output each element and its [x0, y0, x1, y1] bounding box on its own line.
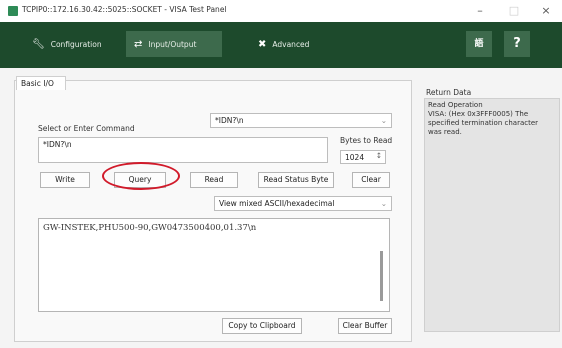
- return-data-panel: Read Operation VISA: (Hex 0x3FFF0005) Th…: [424, 98, 560, 332]
- clear-button[interactable]: Clear: [352, 172, 390, 188]
- copy-to-clipboard-button[interactable]: Copy to Clipboard: [222, 318, 302, 334]
- advanced-label: Advanced: [272, 39, 310, 49]
- advanced-tab[interactable]: ✖ Advanced: [250, 31, 317, 57]
- bytes-to-read-input[interactable]: 1024 ↕: [340, 150, 386, 164]
- return-data-content: Read Operation VISA: (Hex 0x3FFF0005) Th…: [425, 99, 559, 139]
- help-button[interactable]: ?: [504, 31, 530, 57]
- minimize-button[interactable]: –: [466, 2, 494, 20]
- input-output-tab[interactable]: ⇄ Input/Output: [126, 31, 222, 57]
- configuration-label: Configuration: [50, 39, 102, 49]
- chevron-down-icon: ⌄: [380, 199, 387, 208]
- command-label: Select or Enter Command: [38, 124, 135, 133]
- toolbar: 🔧︎ Configuration ⇄ Input/Output ✖ Advanc…: [0, 22, 562, 68]
- view-mode-value: View mixed ASCII/hexadecimal: [219, 199, 335, 208]
- response-scrollbar[interactable]: [379, 221, 387, 309]
- write-button[interactable]: Write: [40, 172, 90, 188]
- return-line: Read Operation: [428, 101, 483, 109]
- response-text: GW-INSTEK,PHU500-90,GW0473500400,01.37\n: [43, 223, 257, 233]
- query-highlight-circle: [102, 162, 180, 190]
- command-combo-value: *IDN?\n: [215, 116, 244, 125]
- bytes-to-read-value: 1024: [345, 153, 365, 162]
- input-output-label: Input/Output: [148, 39, 197, 49]
- tools-icon: ✖: [258, 38, 267, 50]
- return-line: VISA: (Hex 0x3FFF0005) The: [428, 110, 529, 118]
- return-data-title: Return Data: [426, 88, 472, 97]
- command-input-text: *IDN?\n: [43, 140, 72, 149]
- clear-buffer-button[interactable]: Clear Buffer: [338, 318, 392, 334]
- command-input[interactable]: *IDN?\n: [38, 137, 328, 163]
- tab-basic-io[interactable]: Basic I/O: [16, 76, 66, 90]
- command-combo[interactable]: *IDN?\n ⌄: [210, 113, 392, 128]
- window-title: TCPIP0::172.16.30.42::5025::SOCKET - VIS…: [22, 5, 227, 14]
- title-bar: TCPIP0::172.16.30.42::5025::SOCKET - VIS…: [0, 0, 562, 22]
- return-line: was read.: [428, 128, 462, 136]
- configuration-tab[interactable]: 🔧︎ Configuration: [24, 31, 110, 57]
- language-button[interactable]: 語: [466, 31, 492, 57]
- response-textarea[interactable]: GW-INSTEK,PHU500-90,GW0473500400,01.37\n: [38, 218, 390, 312]
- app-icon: [8, 6, 18, 16]
- close-button[interactable]: ×: [532, 2, 560, 20]
- chevron-down-icon: ⌄: [380, 116, 387, 125]
- spinner-icon[interactable]: ↕: [376, 151, 382, 160]
- maximize-button[interactable]: □: [500, 2, 528, 20]
- bytes-to-read-label: Bytes to Read: [340, 136, 393, 145]
- return-line: specified termination character: [428, 119, 539, 127]
- read-button[interactable]: Read: [190, 172, 238, 188]
- language-icon: 語: [474, 39, 484, 49]
- read-status-byte-button[interactable]: Read Status Byte: [258, 172, 334, 188]
- wrench-icon: 🔧︎: [32, 38, 45, 50]
- view-mode-select[interactable]: View mixed ASCII/hexadecimal ⌄: [214, 196, 392, 211]
- scroll-thumb[interactable]: [380, 251, 383, 301]
- arrows-icon: ⇄: [134, 38, 143, 50]
